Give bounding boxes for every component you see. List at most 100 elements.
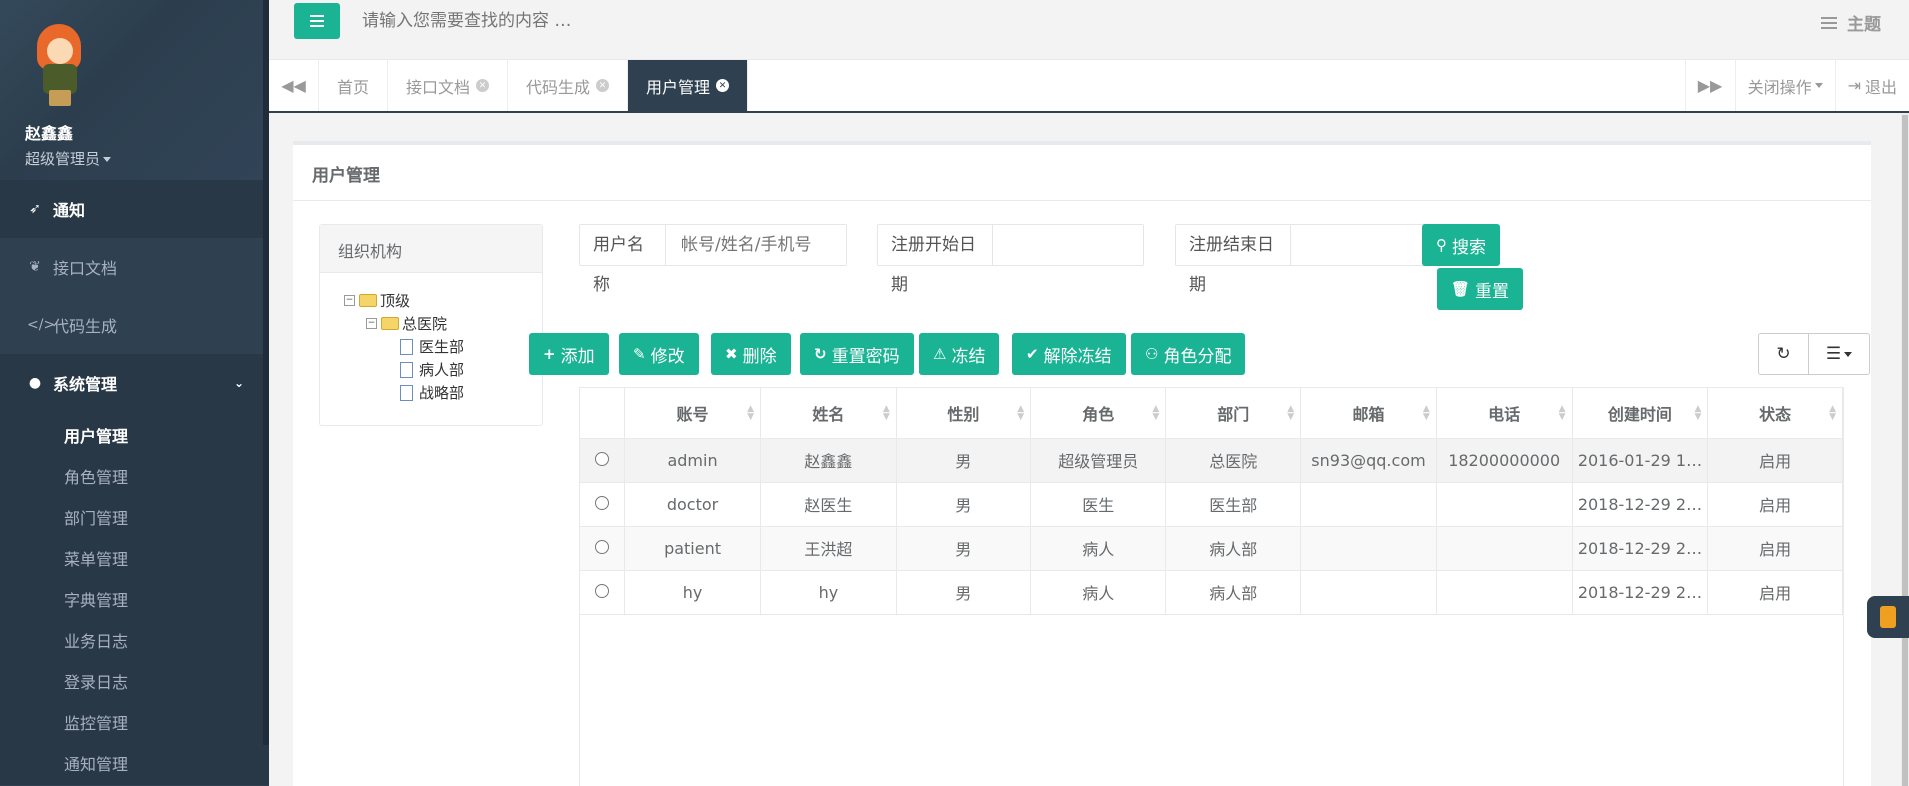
- user-role-dropdown[interactable]: 超级管理员: [25, 148, 269, 169]
- sidebar-item-role-mgmt[interactable]: 角色管理: [0, 457, 269, 498]
- caret-down-icon: [103, 157, 112, 162]
- content-scrollbar[interactable]: [1901, 113, 1909, 786]
- menu-toggle-button[interactable]: [294, 3, 340, 39]
- edit-icon: ✎: [633, 345, 646, 363]
- username-filter: 用户名称: [579, 224, 847, 295]
- tab-scroll-right-button[interactable]: ▶▶: [1684, 60, 1735, 111]
- nav-item-api-docs[interactable]: ❦ 接口文档: [0, 238, 269, 296]
- columns-toggle-button[interactable]: ☰: [1809, 334, 1869, 374]
- refresh-icon: ↻: [814, 345, 827, 363]
- file-icon: [400, 361, 413, 378]
- tree-node-hospital[interactable]: − 总医院: [366, 312, 542, 335]
- tree-node-label: 顶级: [380, 292, 411, 310]
- column-header[interactable]: 账号 ▲ ▼: [624, 388, 761, 439]
- scrollbar-thumb[interactable]: [1902, 115, 1908, 786]
- float-tool-button[interactable]: [1867, 596, 1909, 638]
- sidebar-item-dict-mgmt[interactable]: 字典管理: [0, 580, 269, 621]
- tree-node-patient-dept[interactable]: 病人部: [400, 358, 542, 381]
- column-header[interactable]: 创建时间 ▲ ▼: [1572, 388, 1709, 439]
- table-cell: 2018-12-29 2…: [1572, 526, 1709, 571]
- row-radio[interactable]: [595, 495, 610, 510]
- system-submenu: 用户管理 角色管理 部门管理 菜单管理 字典管理 业务日志 登录日志 监控管理 …: [0, 412, 269, 785]
- row-select-cell: [580, 526, 626, 571]
- sort-icon: ▲ ▼: [1558, 404, 1566, 422]
- column-header-label: 电话: [1488, 404, 1521, 424]
- column-header[interactable]: 姓名 ▲ ▼: [760, 388, 897, 439]
- close-icon[interactable]: ✕: [596, 79, 610, 92]
- nav-item-system[interactable]: ● 系统管理 ⌄: [0, 354, 269, 412]
- sort-icon: ▲ ▼: [1422, 404, 1430, 422]
- tree-node-root[interactable]: − 顶级: [344, 289, 542, 312]
- tab-user-mgmt[interactable]: 用户管理 ✕: [628, 60, 749, 111]
- caret-down-icon: [1844, 351, 1853, 357]
- column-header[interactable]: 邮箱 ▲ ▼: [1300, 388, 1437, 439]
- table-row[interactable]: doctor 赵医生男医生 医生部 2018-12-29 2… 启用: [580, 482, 1843, 527]
- table-cell: 2016-01-29 1…: [1572, 438, 1709, 483]
- close-icon[interactable]: ✕: [716, 79, 730, 92]
- logout-button[interactable]: ⇥ 退出: [1834, 60, 1909, 111]
- edit-button[interactable]: ✎ 修改: [619, 333, 699, 375]
- row-radio[interactable]: [595, 451, 610, 466]
- sidebar-item-monitor[interactable]: 监控管理: [0, 703, 269, 744]
- search-button[interactable]: ⚲ 搜索: [1422, 224, 1500, 266]
- column-header[interactable]: 电话 ▲ ▼: [1436, 388, 1573, 439]
- unfreeze-button[interactable]: ✔ 解除冻结: [1012, 333, 1126, 375]
- sidebar-item-menu-mgmt[interactable]: 菜单管理: [0, 539, 269, 580]
- table-cell: patient: [624, 526, 761, 571]
- sidebar-item-user-mgmt[interactable]: 用户管理: [0, 416, 269, 457]
- sidebar-item-biz-log[interactable]: 业务日志: [0, 621, 269, 662]
- tab-scroll-left-button[interactable]: ◀◀: [269, 60, 319, 111]
- delete-button-label: 删除: [742, 346, 777, 367]
- freeze-button[interactable]: ⚠ 冻结: [919, 333, 1000, 375]
- folder-icon: [359, 294, 377, 307]
- table-row[interactable]: admin 赵鑫鑫男超级管理员 总医院 sn93@qq.com 18200000000 2…: [580, 438, 1843, 483]
- table-cell: 男: [896, 438, 1032, 483]
- add-button-label: 添加: [560, 346, 595, 367]
- table-row[interactable]: hy hy 男病人 病人部 2018-12-29 2… 启用: [580, 570, 1843, 615]
- reset-button-label: 重置: [1475, 281, 1510, 302]
- sign-out-icon: ⇥: [1847, 76, 1861, 95]
- tree-node-doctor-dept[interactable]: 医生部: [400, 335, 542, 358]
- sidebar-item-dept-mgmt[interactable]: 部门管理: [0, 498, 269, 539]
- search-button-label: 搜索: [1452, 237, 1486, 258]
- username-input[interactable]: [666, 225, 846, 265]
- column-header[interactable]: 角色 ▲ ▼: [1030, 388, 1167, 439]
- trash-icon: 🗑: [1451, 280, 1471, 298]
- role-assign-button[interactable]: ⚇ 角色分配: [1131, 333, 1246, 375]
- tab-code-gen[interactable]: 代码生成 ✕: [508, 60, 629, 111]
- theme-button[interactable]: 主题: [1821, 10, 1881, 35]
- close-icon[interactable]: ✕: [476, 79, 490, 92]
- sidebar-item-login-log[interactable]: 登录日志: [0, 662, 269, 703]
- row-radio[interactable]: [595, 583, 610, 598]
- list-icon: [1821, 16, 1837, 29]
- forward-icon: ▶▶: [1697, 76, 1723, 95]
- column-header[interactable]: 部门 ▲ ▼: [1165, 388, 1302, 439]
- column-header[interactable]: 性别 ▲ ▼: [896, 388, 1032, 439]
- table-row[interactable]: patient 王洪超男病人 病人部 2018-12-29 2… 启用: [580, 526, 1843, 571]
- add-button[interactable]: + 添加: [529, 333, 609, 375]
- nav-item-code-gen[interactable]: </> 代码生成: [0, 296, 269, 354]
- reset-button[interactable]: 🗑 重置: [1437, 268, 1524, 310]
- org-tree-panel: 组织机构 − 顶级 − 总医院 医生部 病人部 战略部: [319, 224, 543, 426]
- close-ops-dropdown[interactable]: 关闭操作: [1734, 60, 1835, 111]
- avatar[interactable]: [29, 24, 93, 106]
- tree-node-strategy-dept[interactable]: 战略部: [400, 381, 542, 404]
- sidebar-item-notice-mgmt[interactable]: 通知管理: [0, 744, 269, 785]
- column-header[interactable]: 状态 ▲ ▼: [1707, 388, 1843, 439]
- nav-item-notice[interactable]: ➶ 通知: [0, 180, 269, 238]
- table-header-row: 账号 ▲ ▼ 姓名 ▲ ▼ 性别 ▲ ▼ 角色 ▲ ▼ 部门 ▲ ▼ 邮箱 ▲ ▼ 电话 ▲ ▼ 创建时间 ▲ ▼ 状态 ▲ ▼: [580, 388, 1843, 439]
- tab-home[interactable]: 首页: [319, 60, 389, 111]
- reset-password-button[interactable]: ↻ 重置密码: [800, 333, 914, 375]
- start-date-input[interactable]: [993, 225, 1143, 265]
- column-header-label: 性别: [947, 404, 980, 424]
- collapse-icon[interactable]: −: [344, 295, 355, 306]
- collapse-icon[interactable]: −: [366, 318, 377, 329]
- table-cell: 病人: [1030, 526, 1167, 571]
- refresh-table-button[interactable]: ↻: [1759, 334, 1809, 374]
- delete-button[interactable]: ✖ 删除: [711, 333, 791, 375]
- tab-api-docs[interactable]: 接口文档 ✕: [388, 60, 509, 111]
- global-search-input[interactable]: [362, 6, 862, 36]
- end-date-input[interactable]: [1291, 225, 1441, 265]
- close-ops-label: 关闭操作: [1747, 77, 1812, 97]
- row-radio[interactable]: [595, 539, 610, 554]
